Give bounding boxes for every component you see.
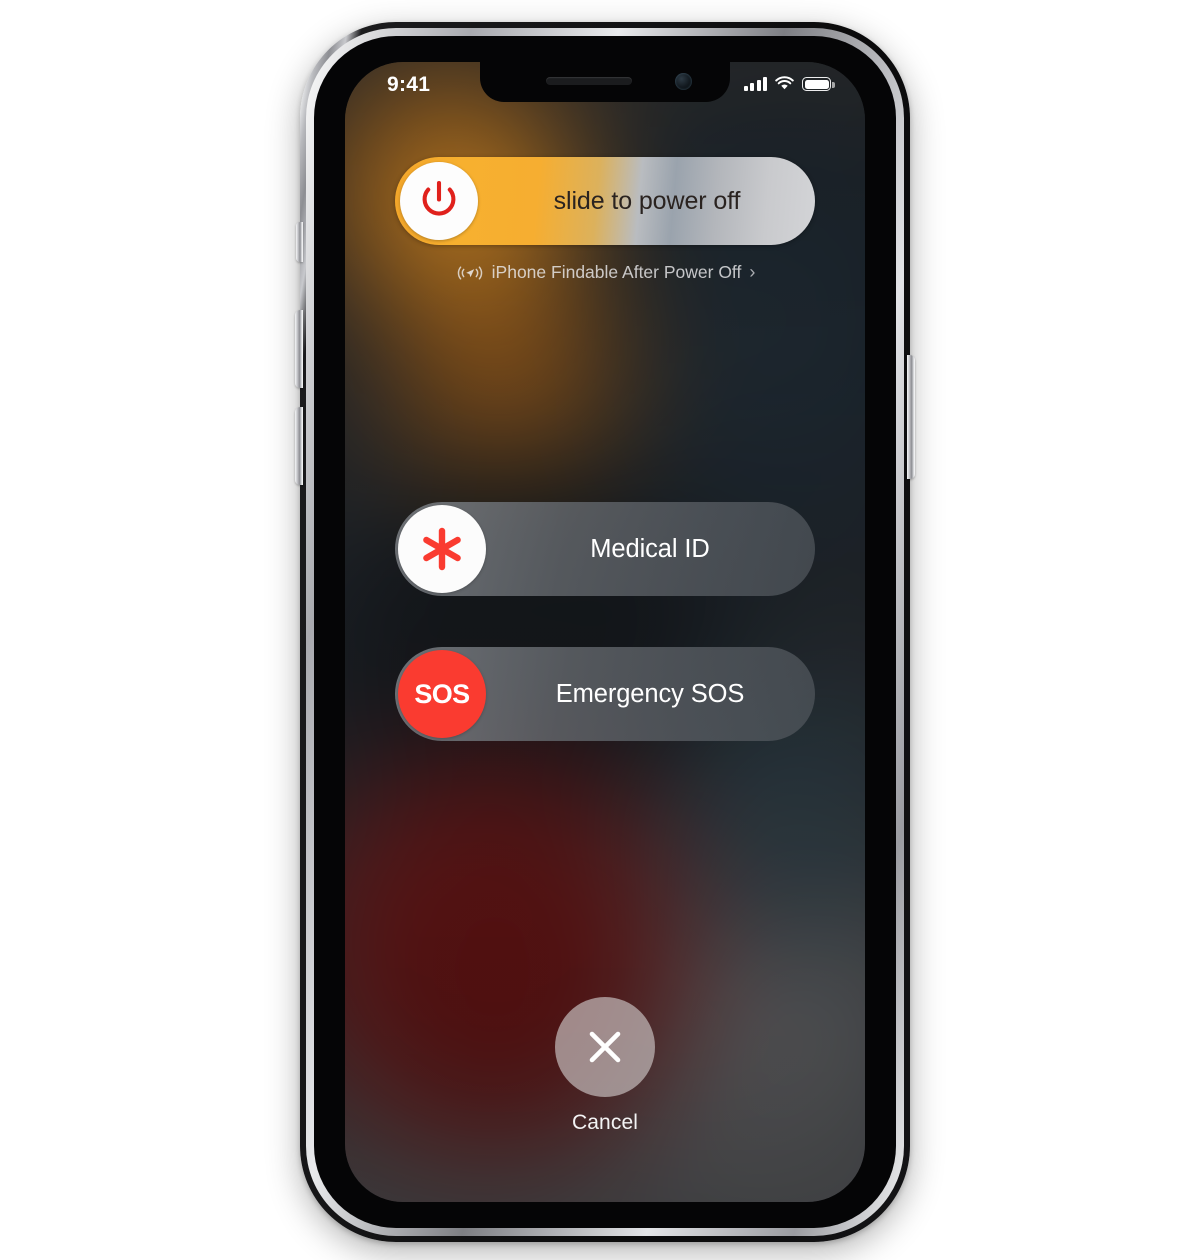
find-my-broadcast-icon [457,265,482,280]
status-bar-indicators [743,76,835,91]
slide-to-power-off-slider[interactable]: slide to power off [395,157,815,245]
medical-asterisk-icon [398,505,486,593]
close-x-icon [589,1031,621,1063]
cancel-control[interactable]: Cancel [345,997,865,1135]
power-slider-knob[interactable] [400,162,478,240]
volume-down-button[interactable] [295,407,303,485]
screenshot-root: 9:41 slide to power off iPhone Findable … [0,0,1200,1260]
sos-icon: SOS [398,650,486,738]
cancel-button[interactable] [555,997,655,1097]
device-screen: 9:41 slide to power off iPhone Findable … [345,62,865,1202]
emergency-sos-button[interactable]: SOS Emergency SOS [395,647,815,741]
cancel-label: Cancel [572,1111,638,1134]
findable-text: iPhone Findable After Power Off [491,262,742,282]
power-icon [422,180,456,216]
wifi-icon [775,76,794,90]
status-bar-time: 9:41 [387,73,431,96]
cellular-signal-icon [743,76,767,91]
asterisk-glyph [423,527,461,571]
iphone-findable-row[interactable]: iPhone Findable After Power Off › [345,262,865,283]
power-slider-label: slide to power off [553,186,741,215]
medical-id-button[interactable]: Medical ID [395,502,815,596]
sos-icon-text: SOS [414,678,470,709]
chevron-right-icon: › [749,262,756,282]
battery-icon [802,77,835,91]
emergency-sos-label: Emergency SOS [555,679,745,708]
silent-switch-button[interactable] [296,222,303,262]
volume-up-button[interactable] [295,310,303,388]
battery-level-fill [804,79,829,89]
iphone-device: 9:41 slide to power off iPhone Findable … [295,22,915,1242]
side-power-button[interactable] [907,355,915,479]
medical-id-label: Medical ID [590,534,710,563]
status-bar: 9:41 [345,62,865,110]
